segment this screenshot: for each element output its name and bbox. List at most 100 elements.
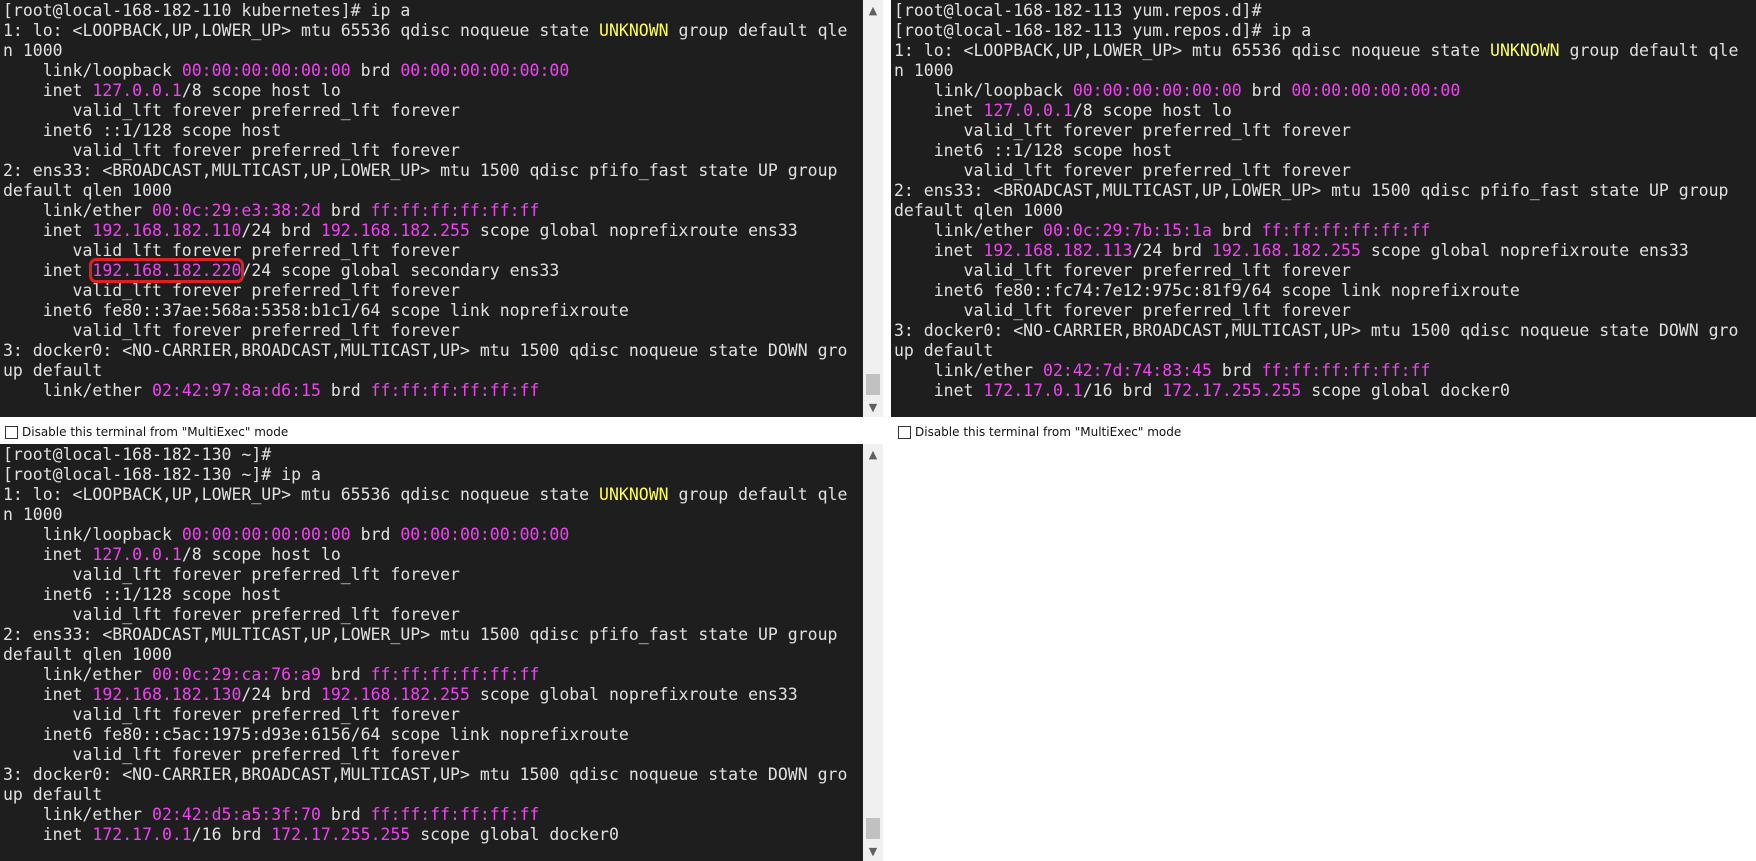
terminal-text-segment: /24 scope global secondary ens33: [241, 261, 560, 280]
terminal-line: [root@local-168-182-110 kubernetes]# ip …: [3, 1, 883, 21]
terminal-line: link/ether 02:42:97:8a:d6:15 brd ff:ff:f…: [3, 381, 883, 401]
terminal-text-segment: ff:ff:ff:ff:ff:ff: [370, 201, 540, 220]
terminal-text-segment: link/ether: [3, 381, 153, 400]
terminal-text-segment: inet: [894, 101, 984, 120]
terminal-text-segment: UNKNOWN: [1490, 41, 1560, 60]
terminal-text-segment: 00:00:00:00:00:00: [400, 61, 570, 80]
terminal-line: up default: [3, 785, 883, 805]
terminal-text-segment: link/loopback: [894, 81, 1073, 100]
terminal-text-segment: 00:00:00:00:00:00: [181, 525, 351, 544]
terminal-line: valid_lft forever preferred_lft forever: [894, 161, 1756, 181]
terminal-text-segment: valid_lft forever preferred_lft forever: [894, 121, 1351, 140]
terminal-pane-3[interactable]: [root@local-168-182-130 ~]# [root@local-1…: [0, 444, 883, 861]
terminal-text-segment: 172.17.0.1: [983, 381, 1083, 400]
terminal-text-segment: 02:42:d5:a5:3f:70: [152, 805, 321, 824]
terminal-text-segment: /24 brd: [241, 221, 321, 240]
multiexec-toggle-2[interactable]: Disable this terminal from "MultiExec" m…: [898, 421, 1181, 443]
terminal-text-segment: 00:00:00:00:00:00: [1291, 81, 1461, 100]
terminal-text-segment: up default: [3, 785, 103, 804]
terminal-text-segment: default qlen 1000: [894, 201, 1063, 220]
scroll-thumb[interactable]: [866, 374, 880, 395]
terminal-text-segment: 127.0.0.1: [92, 81, 182, 100]
terminal-line: inet6 ::1/128 scope host: [3, 585, 883, 605]
terminal-line: inet 192.168.182.110/24 brd 192.168.182.…: [3, 221, 883, 241]
terminal-line: valid_lft forever preferred_lft forever: [3, 141, 883, 161]
terminal-text-segment: scope global noprefixroute ens33: [469, 221, 798, 240]
terminal-pane-1[interactable]: [root@local-168-182-110 kubernetes]# ip …: [0, 0, 883, 417]
terminal-line: 1: lo: <LOOPBACK,UP,LOWER_UP> mtu 65536 …: [3, 485, 883, 505]
terminal-text-segment: inet6 fe80::c5ac:1975:d93e:6156/64 scope…: [3, 725, 629, 744]
terminal-line: valid_lft forever preferred_lft forever: [894, 261, 1756, 281]
terminal-text-segment: UNKNOWN: [599, 21, 669, 40]
terminal-text-segment: 00:0c:29:e3:38:2d: [152, 201, 321, 220]
terminal-line: n 1000: [3, 41, 883, 61]
terminal-line: valid_lft forever preferred_lft forever: [894, 121, 1756, 141]
terminal-line: inet 192.168.182.130/24 brd 192.168.182.…: [3, 685, 883, 705]
scroll-up-arrow-icon[interactable]: ▲: [863, 0, 883, 20]
terminal-text-segment: /16 brd: [191, 825, 272, 844]
multiexec-checkbox[interactable]: [5, 425, 18, 439]
terminal-output[interactable]: [root@local-168-182-130 ~]# [root@local-1…: [3, 445, 883, 861]
terminal-line: valid_lft forever preferred_lft forever: [3, 101, 883, 121]
terminal-text-segment: ff:ff:ff:ff:ff:ff: [1261, 361, 1431, 380]
terminal-text-segment: 2: ens33: <BROADCAST,MULTICAST,UP,LOWER_…: [894, 181, 1729, 200]
multiexec-checkbox[interactable]: [898, 425, 911, 439]
terminal-text-segment: /24 brd: [1132, 241, 1212, 260]
terminal-text-segment: 00:00:00:00:00:00: [1072, 81, 1242, 100]
terminal-text-segment: 1: lo: <LOOPBACK,UP,LOWER_UP> mtu 65536 …: [894, 41, 1491, 60]
terminal-text-segment: up default: [3, 361, 103, 380]
terminal-text-segment: /16 brd: [1082, 381, 1163, 400]
terminal-text-segment: ff:ff:ff:ff:ff:ff: [370, 381, 540, 400]
terminal-text-segment: valid_lft forever preferred_lft forever: [3, 141, 460, 160]
terminal-text-segment: brd: [350, 61, 401, 80]
terminal-line: link/loopback 00:00:00:00:00:00 brd 00:0…: [3, 525, 883, 545]
terminal-line: inet 127.0.0.1/8 scope host lo: [3, 81, 883, 101]
terminal-line: default qlen 1000: [3, 645, 883, 665]
terminal-text-segment: link/ether: [894, 221, 1044, 240]
terminal-line: up default: [894, 341, 1756, 361]
terminal-line: inet6 fe80::37ae:568a:5358:b1c1/64 scope…: [3, 301, 883, 321]
terminal-text-segment: inet6 ::1/128 scope host: [894, 141, 1173, 160]
terminal-output[interactable]: [root@local-168-182-110 kubernetes]# ip …: [3, 1, 883, 417]
terminal-text-segment: inet: [3, 261, 93, 280]
terminal-text-segment: inet: [3, 221, 93, 240]
terminal-text-segment: scope global noprefixroute ens33: [469, 685, 798, 704]
terminal-line: inet 192.168.182.113/24 brd 192.168.182.…: [894, 241, 1756, 261]
terminal-text-segment: 192.168.182.255: [320, 221, 470, 240]
terminal-text-segment: /8 scope host lo: [181, 545, 341, 564]
terminal-text-segment: n 1000: [3, 41, 63, 60]
terminal-text-segment: inet: [3, 81, 93, 100]
terminal-text-segment: inet: [3, 685, 93, 704]
terminal-line: inet6 fe80::c5ac:1975:d93e:6156/64 scope…: [3, 725, 883, 745]
terminal-line: valid_lft forever preferred_lft forever: [3, 321, 883, 341]
terminal-text-segment: brd: [1211, 221, 1262, 240]
terminal-text-segment: group default qle: [668, 485, 848, 504]
terminal-text-segment: 172.17.255.255: [1162, 381, 1302, 400]
terminal-line: link/loopback 00:00:00:00:00:00 brd 00:0…: [3, 61, 883, 81]
multiexec-toggle-1[interactable]: Disable this terminal from "MultiExec" m…: [5, 421, 288, 443]
terminal-output[interactable]: [root@local-168-182-113 yum.repos.d]# [ro…: [894, 1, 1756, 417]
terminal-scrollbar[interactable]: ▲ ▼: [863, 0, 883, 417]
terminal-text-segment: inet6 fe80::37ae:568a:5358:b1c1/64 scope…: [3, 301, 629, 320]
scroll-down-arrow-icon[interactable]: ▼: [863, 841, 883, 861]
terminal-text-segment: 127.0.0.1: [983, 101, 1073, 120]
scroll-up-arrow-icon[interactable]: ▲: [863, 444, 883, 464]
terminal-text-segment: [root@local-168-182-113 yum.repos.d]# ip…: [894, 21, 1312, 40]
terminal-line: [root@local-168-182-113 yum.repos.d]# ip…: [894, 21, 1756, 41]
scroll-thumb[interactable]: [866, 818, 880, 839]
terminal-line: link/ether 00:0c:29:ca:76:a9 brd ff:ff:f…: [3, 665, 883, 685]
multiexec-label: Disable this terminal from "MultiExec" m…: [22, 425, 289, 439]
terminal-text-segment: link/ether: [894, 361, 1044, 380]
terminal-text-segment: scope global noprefixroute ens33: [1360, 241, 1689, 260]
terminal-text-segment: inet: [894, 241, 984, 260]
scroll-down-arrow-icon[interactable]: ▼: [863, 397, 883, 417]
terminal-text-segment: ff:ff:ff:ff:ff:ff: [370, 665, 540, 684]
terminal-text-segment: 192.168.182.113: [983, 241, 1133, 260]
terminal-scrollbar[interactable]: ▲ ▼: [863, 444, 883, 861]
terminal-text-segment: link/loopback: [3, 61, 182, 80]
terminal-text-segment: brd: [320, 805, 371, 824]
terminal-text-segment: link/ether: [3, 805, 153, 824]
terminal-pane-2[interactable]: [root@local-168-182-113 yum.repos.d]# [ro…: [891, 0, 1756, 417]
terminal-text-segment: 00:00:00:00:00:00: [181, 61, 351, 80]
terminal-line: valid_lft forever preferred_lft forever: [3, 605, 883, 625]
